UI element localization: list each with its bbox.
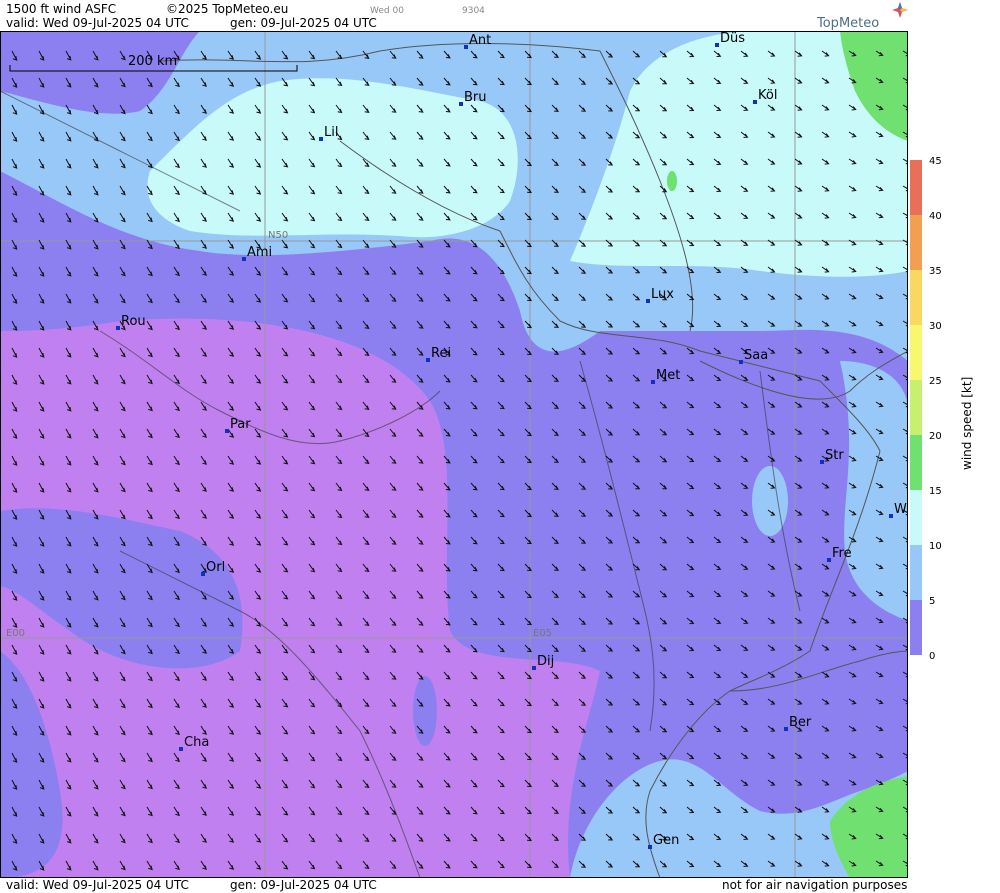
city-label: Par — [230, 417, 251, 432]
copyright-text: ©2025 TopMeteo.eu — [166, 2, 289, 16]
legend-swatch — [910, 380, 922, 435]
legend-tick: 30 — [929, 321, 942, 332]
legend-swatch — [910, 160, 922, 215]
city-gen: Gen — [648, 833, 679, 849]
legend-tick: 35 — [929, 266, 942, 277]
wind-spot-2 — [413, 676, 437, 746]
scale-bar-label: 200 km — [128, 54, 177, 69]
legend-tick: 5 — [929, 596, 935, 607]
city-marker — [459, 102, 463, 106]
logo-text: TopMeteo — [817, 16, 880, 31]
city-met: Met — [651, 368, 680, 384]
city-marker — [820, 460, 824, 464]
city-marker — [648, 845, 652, 849]
mini-code-label: 9304 — [462, 6, 485, 16]
city-marker — [739, 360, 743, 364]
city-marker — [179, 747, 183, 751]
lon-label-5: E05 — [533, 628, 552, 639]
legend-title: wind speed [kt] — [960, 376, 974, 470]
city-label: Ant — [469, 33, 491, 48]
city-label: Lil — [324, 125, 338, 140]
city-label: Rei — [431, 346, 451, 361]
lon-label-0: E00 — [6, 628, 25, 639]
legend-tick: 0 — [929, 651, 935, 662]
city-label: Gen — [653, 833, 679, 848]
legend-tick: 10 — [929, 541, 942, 552]
city-bru: Bru — [459, 90, 487, 106]
wind-speed-legend: 45 40 35 30 25 20 15 10 5 0 — [910, 156, 942, 662]
city-label: Bru — [464, 90, 487, 105]
legend-tick: 20 — [929, 431, 942, 442]
city-marker — [889, 514, 893, 518]
generated-time: gen: 09-Jul-2025 04 UTC — [230, 16, 377, 30]
city-label: Str — [825, 448, 844, 463]
city-label: Ami — [247, 245, 272, 260]
legend-tick: 15 — [929, 486, 942, 497]
wind-spot-1 — [752, 466, 788, 536]
city-label: Düs — [720, 31, 745, 46]
legend-swatch — [910, 600, 922, 655]
city-marker — [715, 43, 719, 47]
legend-swatch — [910, 270, 922, 325]
map-title: 1500 ft wind ASFC — [6, 2, 117, 16]
legend-tick: 25 — [929, 376, 942, 387]
city-label: Dij — [537, 654, 554, 669]
city-label: Ber — [789, 715, 812, 730]
wind-spot-green — [667, 171, 677, 191]
city-marker — [646, 299, 650, 303]
city-lux: Lux — [646, 287, 674, 303]
city-label: Fre — [832, 546, 852, 561]
city-marker — [319, 137, 323, 141]
city-marker — [464, 45, 468, 49]
city-cha: Cha — [179, 735, 209, 751]
city-marker — [225, 429, 229, 433]
legend-swatch — [910, 215, 922, 270]
city-label: Lux — [651, 287, 674, 302]
legend-tick: 45 — [929, 156, 942, 167]
city-marker — [426, 358, 430, 362]
legend-swatch — [910, 325, 922, 380]
city-marker — [116, 326, 120, 330]
valid-time: valid: Wed 09-Jul-2025 04 UTC — [6, 16, 189, 30]
city-düs: Düs — [715, 31, 745, 47]
wind-map[interactable]: N50 E00 E05 200 km Ant Düs Köl Bru Lil Ami Lux… — [0, 31, 908, 878]
legend-tick: 40 — [929, 211, 942, 222]
city-marker — [651, 380, 655, 384]
lat-label: N50 — [268, 230, 288, 241]
city-marker — [242, 257, 246, 261]
city-label: Orl — [206, 560, 225, 575]
city-ant: Ant — [464, 33, 491, 49]
footer-valid: valid: Wed 09-Jul-2025 04 UTC — [6, 878, 189, 892]
city-saa: Saa — [739, 348, 768, 364]
footer-note: not for air navigation purposes — [722, 878, 908, 892]
city-label: Köl — [758, 88, 777, 103]
city-label: Met — [656, 368, 680, 383]
city-marker — [827, 558, 831, 562]
city-label: Saa — [744, 348, 768, 363]
legend-swatch — [910, 435, 922, 490]
city-rou: Rou — [116, 314, 146, 330]
legend-swatch — [910, 490, 922, 545]
city-marker — [532, 666, 536, 670]
city-marker — [201, 572, 205, 576]
city-label: Rou — [121, 314, 146, 329]
footer-gen: gen: 09-Jul-2025 04 UTC — [230, 878, 377, 892]
city-ber: Ber — [784, 715, 812, 731]
city-marker — [753, 100, 757, 104]
city-marker — [784, 727, 788, 731]
legend-swatch — [910, 545, 922, 600]
compass-star-icon — [892, 2, 908, 18]
city-ami: Ami — [242, 245, 272, 261]
city-label: Cha — [184, 735, 209, 750]
